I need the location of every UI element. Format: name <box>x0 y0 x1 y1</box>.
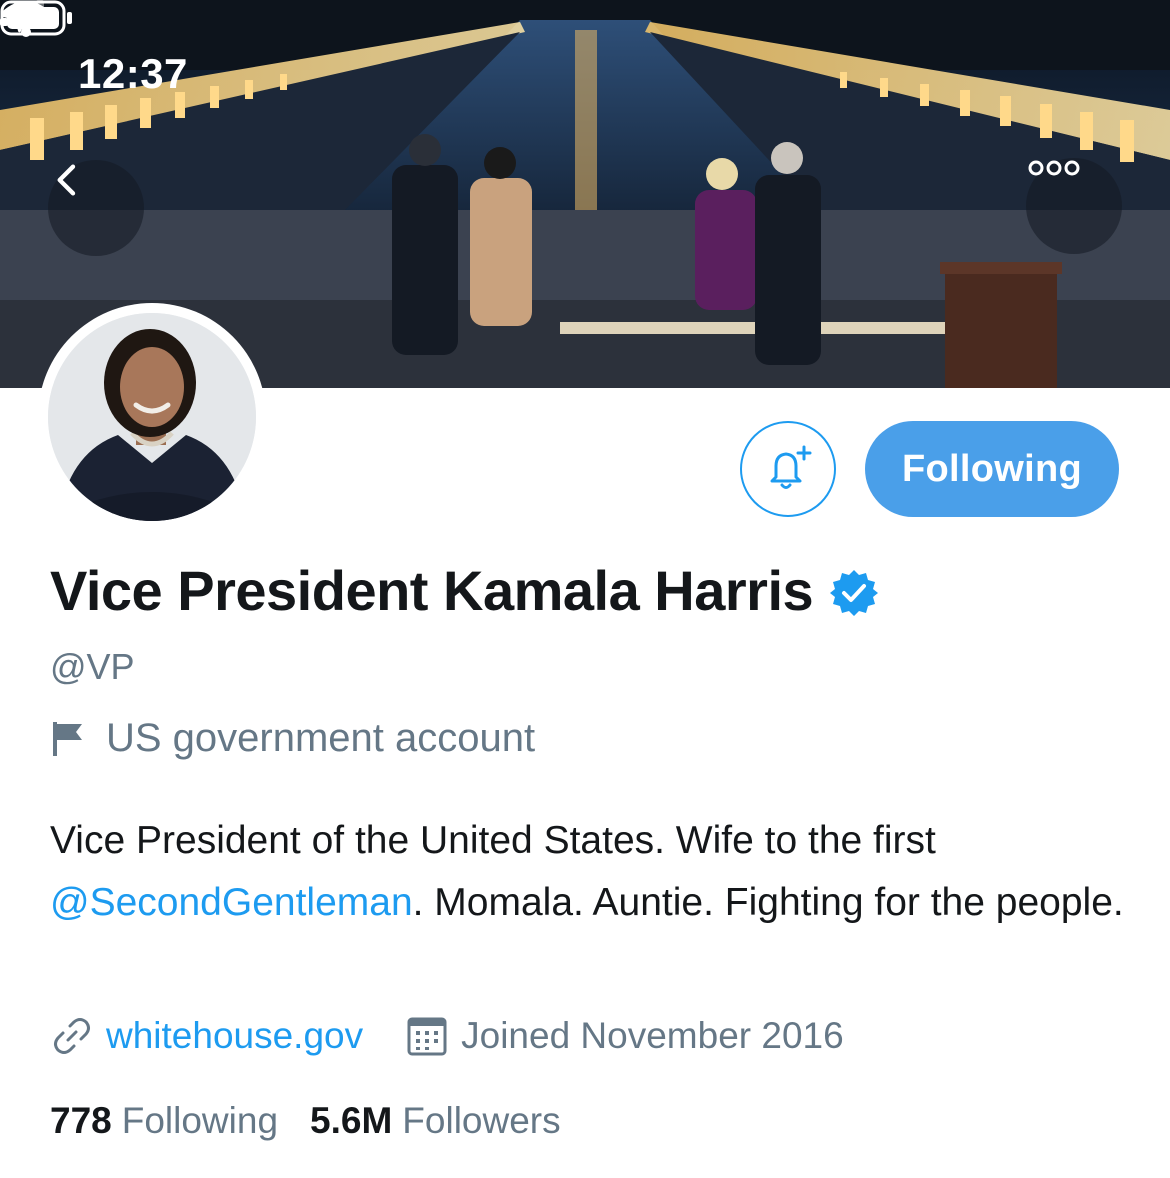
verified-badge-icon <box>830 569 879 616</box>
notify-button[interactable] <box>740 421 836 517</box>
bio-mention-link[interactable]: @SecondGentleman <box>50 881 413 924</box>
more-horizontal-icon <box>1028 160 1080 176</box>
user-handle: @VP <box>50 646 135 687</box>
avatar-image <box>48 313 256 521</box>
followers-label: Followers <box>402 1100 561 1141</box>
flag-icon <box>53 721 82 756</box>
more-button[interactable] <box>1026 158 1122 254</box>
followers-count: 5.6M <box>310 1100 393 1141</box>
status-time: 12:37 <box>78 50 188 97</box>
avatar[interactable] <box>38 303 266 531</box>
website-link[interactable]: whitehouse.gov <box>106 1015 363 1057</box>
profile-meta: whitehouse.gov Joined November 2016 <box>50 1014 844 1058</box>
profile-bio: Vice President of the United States. Wif… <box>50 810 1130 934</box>
battery-icon <box>0 0 72 36</box>
bio-text-1: Vice President of the United States. Wif… <box>50 819 936 862</box>
chevron-left-icon <box>57 164 76 196</box>
name-row: Vice President Kamala Harris <box>50 558 879 623</box>
following-label: Following <box>121 1100 279 1141</box>
followers-stat[interactable]: 5.6M Followers <box>310 1100 561 1142</box>
display-name: Vice President Kamala Harris <box>50 559 814 622</box>
joined-date: Joined November 2016 <box>461 1015 844 1056</box>
link-icon <box>54 1018 90 1054</box>
calendar-icon <box>407 1017 447 1056</box>
account-label: US government account <box>106 716 536 760</box>
following-count: 778 <box>50 1100 112 1141</box>
account-label-row: US government account <box>50 716 535 761</box>
following-stat[interactable]: 778 Following <box>50 1100 278 1142</box>
back-button[interactable] <box>48 160 144 256</box>
following-button[interactable]: Following <box>865 421 1119 517</box>
follow-stats: 778 Following 5.6M Followers <box>50 1100 561 1142</box>
bell-plus-icon <box>770 445 812 489</box>
bio-text-2: . Momala. Auntie. Fighting for the peopl… <box>412 881 1124 924</box>
